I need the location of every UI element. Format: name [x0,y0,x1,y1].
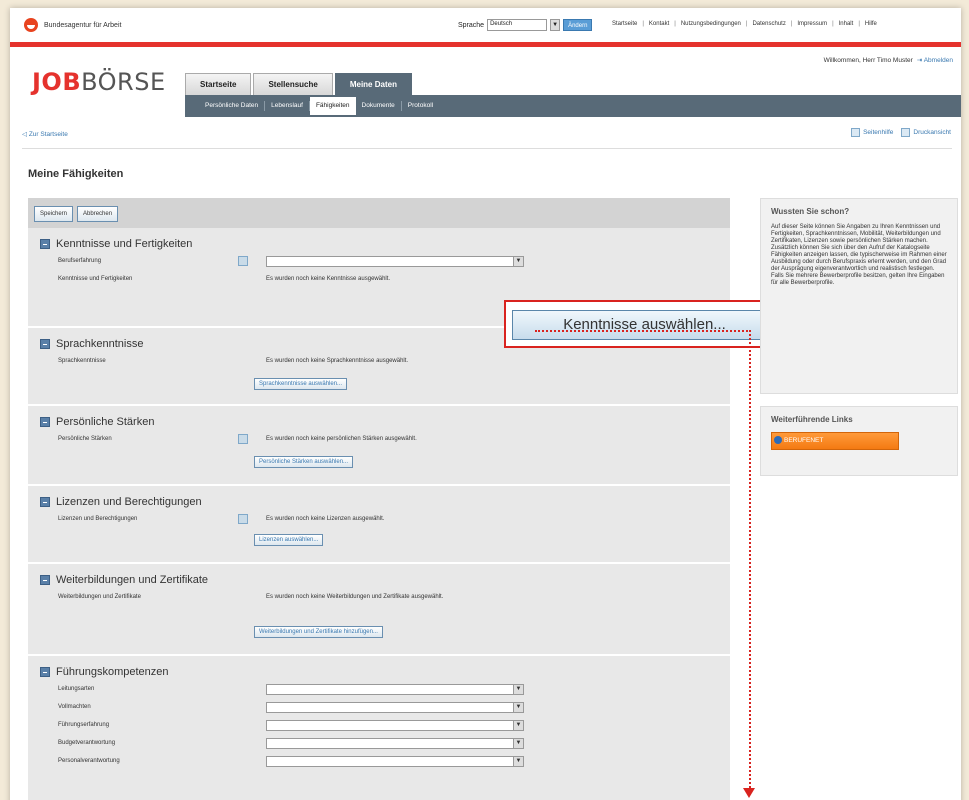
berufenet-link[interactable]: BERUFENET [771,432,899,450]
tab-meine-daten[interactable]: Meine Daten [334,73,412,95]
browser-page: Bundesagentur für Arbeit Sprache Deutsch… [10,8,961,800]
top-links: Startseite | Kontakt | Nutzungsbedingungen… [612,21,877,27]
chevron-down-icon[interactable]: ▼ [550,19,561,31]
language-submit-button[interactable]: Ändern [563,19,593,31]
annotation-dotted-line [749,330,751,792]
section-title: Weiterbildungen und Zertifikate [56,574,209,586]
highlight-frame: Kenntnisse auswählen... [504,300,783,348]
annotation-dotted-line [535,330,751,332]
help-icon [851,128,861,137]
save-button[interactable]: Speichern [34,206,74,222]
budgetverantwortung-select[interactable]: ▼ [266,738,524,749]
row-personalverantwortung: Personalverantwortung ▼ [40,754,730,772]
ba-logo[interactable]: Bundesagentur für Arbeit [24,18,121,32]
printer-icon [901,128,911,137]
subnav-dokumente[interactable]: Dokumente [356,101,402,111]
collapse-icon[interactable] [40,339,50,349]
link-kontakt[interactable]: Kontakt [649,21,669,27]
collapse-icon[interactable] [40,667,50,677]
info-text: Auf dieser Seite können Sie Angaben zu I… [771,224,947,286]
info-box: Wussten Sie schon? Auf dieser Seite könn… [760,198,958,394]
annotation-arrow-icon [743,788,755,798]
leitungsarten-select[interactable]: ▼ [266,684,524,695]
licenses-select-button[interactable]: Lizenzen auswählen... [254,534,324,546]
link-startseite[interactable]: Startseite [612,21,637,27]
help-icon[interactable] [238,434,248,444]
section-licenses: Lizenzen und Berechtigungen Lizenzen und… [28,486,730,564]
tab-stellensuche[interactable]: Stellensuche [253,73,333,95]
section-strengths: Persönliche Stärken Persönliche Stärken E… [28,406,730,486]
print-link[interactable]: Druckansicht [901,128,951,137]
back-link[interactable]: ◁ Zur Startseite [22,130,68,138]
subnav-lebenslauf[interactable]: Lebenslauf [265,101,310,111]
row-experience: Berufserfahrung ▼ [40,254,730,272]
strengths-select-button[interactable]: Persönliche Stärken auswählen... [254,456,354,468]
row-fuehrungserfahrung: Führungserfahrung ▼ [40,718,730,736]
welcome-text: Willkommen, Herr Timo Muster [823,56,913,64]
links-title: Weiterführende Links [771,415,853,424]
chevron-down-icon: ▼ [513,739,523,748]
chevron-down-icon: ▼ [513,685,523,694]
tab-startseite[interactable]: Startseite [185,73,252,95]
collapse-icon[interactable] [40,417,50,427]
red-divider [10,42,961,47]
right-sidebar: Wussten Sie schon? Auf dieser Seite könn… [760,198,958,488]
section-title: Führungskompetenzen [56,666,169,678]
main-panel: Speichern Abbrechen Kenntnisse und Ferti… [28,198,730,800]
collapse-icon[interactable] [40,239,50,249]
divider [22,148,952,149]
row-budgetverantwortung: Budgetverantwortung ▼ [40,736,730,754]
experience-select[interactable]: ▼ [266,256,524,267]
chevron-down-icon: ▼ [513,757,523,766]
training-add-button[interactable]: Weiterbildungen und Zertifikate hinzufüg… [254,626,383,638]
vollmachten-select[interactable]: ▼ [266,702,524,713]
chevron-down-icon: ▼ [513,257,523,266]
link-nutzungsbedingungen[interactable]: Nutzungsbedingungen [681,21,741,27]
subnav-persoenliche-daten[interactable]: Persönliche Daten [199,101,266,111]
link-hilfe[interactable]: Hilfe [865,21,877,27]
ba-logo-icon [24,18,38,32]
action-bar: Speichern Abbrechen [28,198,730,228]
row-vollmachten: Vollmachten ▼ [40,700,730,718]
select-skills-button[interactable]: Kenntnisse auswählen... [512,310,777,340]
help-icon[interactable] [238,514,248,524]
welcome-area: Willkommen, Herr Timo Muster ⇥ Abmelden [823,56,953,65]
help-link[interactable]: Seitenhilfe [851,128,893,137]
collapse-icon[interactable] [40,575,50,585]
section-title: Sprachkenntnisse [56,338,144,350]
row-leitungsarten: Leitungsarten ▼ [40,682,730,700]
subnav-protokoll[interactable]: Protokoll [402,101,439,111]
top-bar: Bundesagentur für Arbeit Sprache Deutsch… [10,8,961,42]
info-title: Wussten Sie schon? [771,207,850,216]
link-inhalt[interactable]: Inhalt [839,21,854,27]
logout-link[interactable]: ⇥ Abmelden [917,56,953,64]
links-box: Weiterführende Links BERUFENET [760,406,958,476]
org-name: Bundesagentur für Arbeit [44,21,122,29]
chevron-down-icon: ▼ [513,703,523,712]
fuehrungserfahrung-select[interactable]: ▼ [266,720,524,731]
sub-navigation: Persönliche Daten Lebenslauf Fähigkeiten… [185,95,961,117]
link-impressum[interactable]: Impressum [797,21,827,27]
main-tabs: Startseite Stellensuche Meine Daten [185,73,412,95]
cancel-button[interactable]: Abbrechen [77,206,119,222]
section-title: Kenntnisse und Fertigkeiten [56,238,193,250]
help-icon[interactable] [238,256,248,266]
language-label: Sprache [458,21,485,29]
collapse-icon[interactable] [40,497,50,507]
personalverantwortung-select[interactable]: ▼ [266,756,524,767]
row-skills: Kenntnisse und Fertigkeiten Es wurden noc… [58,276,391,282]
page-title: Meine Fähigkeiten [28,168,124,180]
section-leadership: Führungskompetenzen Leitungsarten ▼ Vollm… [28,656,730,796]
language-select[interactable]: Deutsch [487,19,548,31]
chevron-down-icon: ▼ [513,721,523,730]
page-tools: Seitenhilfe Druckansicht [851,128,951,137]
section-title: Lizenzen und Berechtigungen [56,496,202,508]
languages-select-button[interactable]: Sprachkenntnisse auswählen... [254,378,348,390]
jobboerse-logo[interactable]: JOBBÖRSE [32,68,166,96]
language-switcher: Sprache Deutsch ▼ Ändern [458,19,593,31]
link-datenschutz[interactable]: Datenschutz [752,21,785,27]
subnav-faehigkeiten[interactable]: Fähigkeiten [309,97,356,115]
section-training: Weiterbildungen und Zertifikate Weiterbi… [28,564,730,656]
section-title: Persönliche Stärken [56,416,155,428]
